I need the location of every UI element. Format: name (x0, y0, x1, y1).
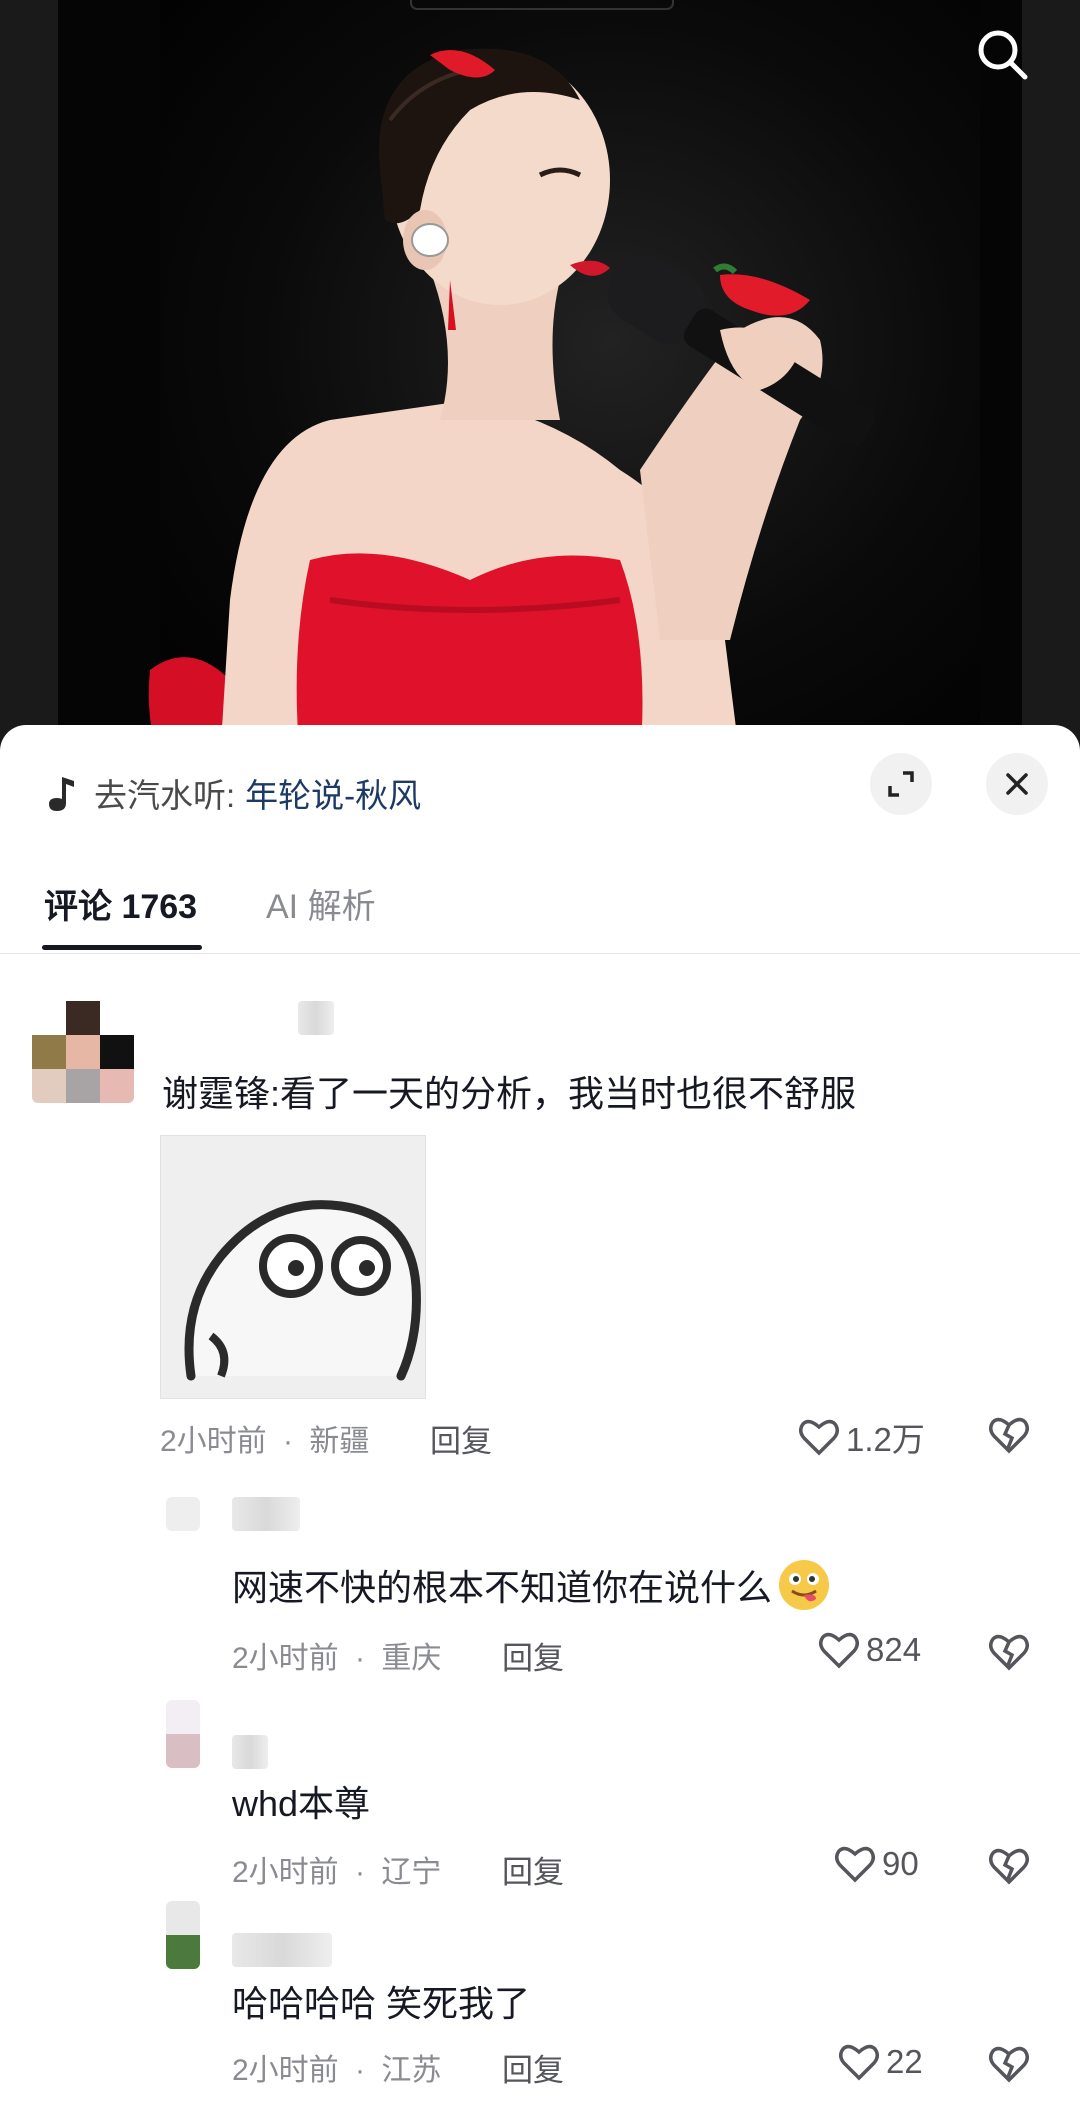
heart-icon (799, 1419, 839, 1456)
reply-button[interactable]: 回复 (430, 1416, 492, 1461)
close-icon (1006, 773, 1028, 795)
comment-sheet: 去汽水听: 年轮说-秋风 评论 1763 AI 解析 谢霆锋:看了一天的分析，我… (0, 725, 1080, 2119)
comment-meta: 2小时前 · 重庆 (232, 1633, 441, 1677)
avatar[interactable] (166, 1901, 200, 1969)
search-button[interactable] (970, 22, 1034, 86)
expand-button[interactable] (870, 753, 932, 815)
dislike-button[interactable] (988, 1415, 1030, 1460)
song-title[interactable]: 年轮说-秋风 (245, 769, 421, 817)
video-player[interactable] (0, 0, 1080, 760)
sticker-image (184, 1200, 421, 1381)
comment-location: 辽宁 (381, 1856, 442, 1889)
username[interactable] (232, 1735, 268, 1769)
dislike-button[interactable] (988, 1846, 1030, 1891)
broken-heart-icon (989, 1634, 1029, 1671)
music-link[interactable]: 去汽水听: 年轮说-秋风 (44, 763, 421, 823)
like-button[interactable]: 90 (834, 1844, 919, 1884)
comment-meta: 2小时前 · 江苏 (232, 2045, 441, 2089)
heart-icon (839, 2044, 879, 2081)
reply-button[interactable]: 回复 (502, 2045, 564, 2090)
active-tab-indicator (42, 945, 202, 950)
username[interactable] (232, 1497, 300, 1531)
avatar[interactable] (32, 1001, 134, 1103)
comment-location: 重庆 (381, 1642, 442, 1675)
comment-location: 新疆 (309, 1425, 370, 1458)
comment-sticker[interactable] (160, 1135, 426, 1399)
meta-separator: · (283, 1425, 294, 1458)
like-count: 90 (882, 1845, 919, 1882)
like-count: 824 (866, 1631, 922, 1668)
reply-button[interactable]: 回复 (502, 1633, 564, 1678)
singer-image (148, 48, 876, 760)
broken-heart-icon (989, 2046, 1029, 2083)
dislike-button[interactable] (988, 1632, 1030, 1677)
broken-heart-icon (989, 1848, 1029, 1885)
comment-time: 2小时前 (232, 1856, 339, 1889)
like-button[interactable]: 1.2万 (798, 1413, 925, 1461)
comment-time: 2小时前 (232, 2054, 339, 2087)
username[interactable] (232, 1933, 332, 1967)
comment-text: 谢霆锋:看了一天的分析，我当时也很不舒服 (162, 1073, 857, 1114)
meta-separator: · (355, 2054, 366, 2087)
tab-comments[interactable]: 评论 1763 (44, 877, 197, 937)
comment-time: 2小时前 (232, 1642, 339, 1675)
meta-separator: · (355, 1856, 366, 1889)
comment-meta: 2小时前 · 辽宁 (232, 1847, 441, 1891)
heart-icon (819, 1632, 859, 1669)
like-count: 22 (886, 2043, 923, 2080)
comment-time: 2小时前 (160, 1425, 267, 1458)
broken-heart-icon (989, 1417, 1029, 1454)
comment-meta: 2小时前 · 新疆 (160, 1416, 369, 1460)
search-icon (978, 30, 1028, 80)
like-button[interactable]: 824 (818, 1630, 921, 1670)
music-note-icon (49, 777, 74, 811)
comment-text: whd本尊 (232, 1783, 371, 1824)
tab-ai-analysis[interactable]: AI 解析 (266, 877, 376, 937)
like-count: 1.2万 (846, 1421, 925, 1458)
username[interactable] (298, 1001, 334, 1035)
avatar[interactable] (166, 1700, 200, 1768)
avatar[interactable] (166, 1497, 200, 1531)
comment-text: 网速不快的根本不知道你在说什么 (232, 1557, 832, 1613)
expand-icon (888, 771, 914, 797)
comment-tabs: 评论 1763 AI 解析 (0, 865, 1080, 954)
comment-location: 江苏 (381, 2054, 442, 2087)
dislike-button[interactable] (988, 2044, 1030, 2089)
reply-button[interactable]: 回复 (502, 1847, 564, 1892)
like-button[interactable]: 22 (838, 2042, 923, 2082)
heart-icon (835, 1846, 875, 1883)
tongue-emoji-icon (779, 1560, 830, 1610)
music-link-prefix: 去汽水听: (94, 777, 236, 814)
meta-separator: · (355, 1642, 366, 1675)
comment-text: 哈哈哈哈 笑死我了 (232, 1983, 531, 2024)
close-button[interactable] (986, 753, 1048, 815)
